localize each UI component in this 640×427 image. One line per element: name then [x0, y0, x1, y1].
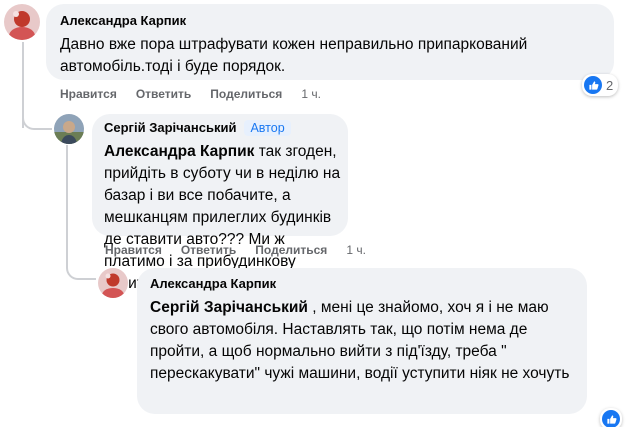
comment-text: Давно вже пора штрафувати кожен неправил… — [60, 36, 528, 75]
comment-timestamp[interactable]: 1 ч. — [301, 87, 321, 101]
comment-bubble: Александра Карпик Давно вже пора штрафув… — [46, 4, 614, 80]
comment-actions: Нравится Ответить Поделиться 1 ч. — [105, 243, 366, 257]
avatar[interactable] — [4, 4, 40, 40]
comment-actions: Нравится Ответить Поделиться 1 ч. — [60, 87, 321, 101]
comment-text: Сергій Зарічанський , мені це знайомо, х… — [150, 297, 570, 385]
avatar[interactable] — [98, 268, 128, 298]
reply-button[interactable]: Ответить — [181, 243, 236, 257]
avatar[interactable] — [54, 114, 84, 144]
comment-author[interactable]: Александра Карпик — [60, 13, 186, 28]
comment-author[interactable]: Александра Карпик — [150, 276, 276, 291]
mention-link[interactable]: Сергій Зарічанський — [150, 299, 308, 316]
reaction-summary[interactable] — [600, 408, 622, 427]
mention-link[interactable]: Александра Карпик — [104, 143, 254, 160]
comment-author[interactable]: Сергій Зарічанський — [104, 120, 236, 135]
avatar-photo-icon — [4, 4, 40, 40]
comment-timestamp[interactable]: 1 ч. — [346, 243, 366, 257]
reply-button[interactable]: Ответить — [136, 87, 191, 101]
avatar-photo-icon — [54, 114, 84, 144]
author-badge: Автор — [244, 120, 291, 136]
like-button[interactable]: Нравится — [60, 87, 117, 101]
avatar-photo-icon — [98, 268, 128, 298]
reaction-summary[interactable]: 2 — [582, 74, 619, 96]
like-icon — [602, 410, 620, 427]
share-button[interactable]: Поделиться — [210, 87, 282, 101]
thread-connector — [22, 112, 52, 130]
reaction-count: 2 — [606, 77, 614, 93]
like-icon — [584, 76, 602, 94]
share-button[interactable]: Поделиться — [255, 243, 327, 257]
thread-connector — [66, 250, 96, 280]
comment-content: Александра Карпик Сергій Зарічанський , … — [150, 275, 580, 385]
like-button[interactable]: Нравится — [105, 243, 162, 257]
thread-connector — [66, 145, 68, 260]
